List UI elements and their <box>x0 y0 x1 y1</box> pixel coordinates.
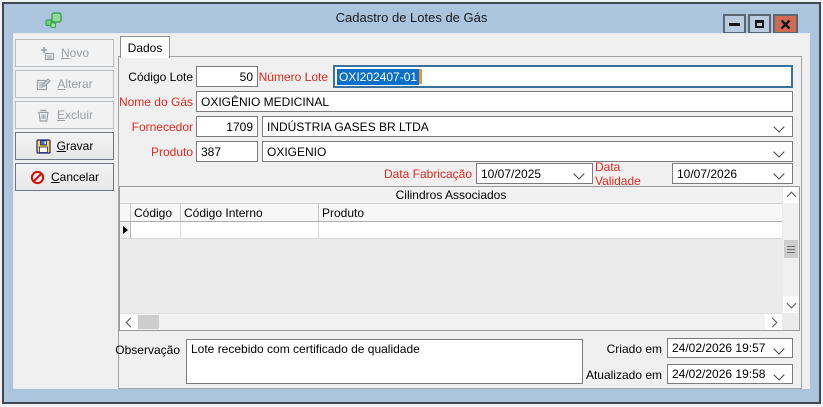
data-validade-value: 10/07/2026 <box>677 166 738 181</box>
criado-em-value: 24/02/2026 19:57 <box>672 341 766 355</box>
atualizado-em-picker[interactable]: 24/02/2026 19:58 <box>667 364 793 384</box>
save-icon <box>36 138 51 154</box>
data-fabricacao-picker[interactable]: 10/07/2025 <box>476 163 593 184</box>
vertical-scrollbar <box>783 187 799 313</box>
observacao-label: Observação <box>115 342 180 357</box>
scroll-down-button[interactable] <box>783 296 799 313</box>
selected-text: OXI202407-01 <box>337 68 420 85</box>
scroll-left-button[interactable] <box>120 314 137 330</box>
chevron-down-icon <box>786 298 796 308</box>
cancelar-button[interactable]: Cancelar <box>15 163 114 191</box>
grid-indicator-header <box>120 204 131 221</box>
maximize-button[interactable] <box>748 14 771 34</box>
data-validade-picker[interactable]: 10/07/2026 <box>672 163 793 184</box>
alterar-label: Alterar <box>57 77 93 91</box>
scroll-right-button[interactable] <box>765 314 782 330</box>
tab-dados[interactable]: Dados <box>120 36 170 58</box>
chevron-up-icon <box>786 191 796 202</box>
maximize-icon <box>755 20 764 28</box>
chevron-down-icon[interactable] <box>773 168 785 180</box>
column-header-produto[interactable]: Produto <box>319 204 782 221</box>
window-title: Cadastro de Lotes de Gás <box>335 10 488 25</box>
chevron-down-icon[interactable] <box>773 343 785 355</box>
produto-combobox[interactable]: OXIGENIO <box>262 141 793 162</box>
column-header-codigo[interactable]: Código <box>131 204 181 221</box>
horizontal-scrollbar <box>120 313 782 330</box>
column-header-codigo-interno[interactable]: Código Interno <box>181 204 319 221</box>
nome-gas-field[interactable]: OXIGÊNIO MEDICINAL <box>196 91 793 112</box>
edit-record-icon <box>37 77 52 90</box>
atualizado-em-label: Atualizado em <box>585 367 662 382</box>
grid-band-title: Cilindros Associados <box>120 187 782 204</box>
produto-code-field[interactable]: 387 <box>196 141 258 162</box>
data-fabricacao-label: Data Fabricação <box>383 166 472 181</box>
produto-label: Produto <box>150 144 193 159</box>
chevron-down-icon[interactable] <box>773 121 785 133</box>
row-indicator-icon <box>122 226 128 234</box>
data-fabricacao-value: 10/07/2025 <box>481 166 542 181</box>
close-icon <box>780 19 791 29</box>
text-caret <box>419 69 423 84</box>
cell-produto[interactable] <box>319 222 782 239</box>
horizontal-scrollbar-thumb[interactable] <box>138 315 159 329</box>
minimize-icon <box>729 22 740 26</box>
chevron-left-icon <box>125 317 135 327</box>
novo-label: Novo <box>60 46 90 60</box>
data-validade-label: Data Validade <box>595 159 641 188</box>
chevron-down-icon[interactable] <box>773 146 785 158</box>
numero-lote-label: Número Lote <box>258 69 328 84</box>
gravar-label: Gravar <box>56 139 94 153</box>
delete-record-icon <box>38 109 49 122</box>
minimize-button[interactable] <box>723 14 746 34</box>
app-window: Cadastro de Lotes de Gás Novo Alterar Ex… <box>0 0 823 407</box>
cell-codigo[interactable] <box>131 222 181 239</box>
chevron-down-icon[interactable] <box>573 168 585 180</box>
chevron-right-icon <box>767 317 777 327</box>
row-indicator <box>120 222 131 239</box>
atualizado-em-value: 24/02/2026 19:58 <box>672 367 766 381</box>
nome-gas-label: Nome do Gás <box>118 94 193 109</box>
observacao-textarea[interactable]: Lote recebido com certificado de qualida… <box>186 339 583 384</box>
vertical-scrollbar-thumb[interactable] <box>784 240 798 258</box>
fornecedor-combobox[interactable]: INDÚSTRIA GASES BR LTDA <box>262 116 793 137</box>
fornecedor-value: INDÚSTRIA GASES BR LTDA <box>267 119 429 134</box>
thumb-grip-icon <box>787 248 795 250</box>
novo-button: Novo <box>15 39 114 67</box>
table-row[interactable] <box>120 222 782 239</box>
excluir-label: Excluir <box>56 108 94 122</box>
criado-em-picker[interactable]: 24/02/2026 19:57 <box>667 338 793 358</box>
close-button[interactable] <box>773 14 798 34</box>
cancel-icon <box>30 170 45 184</box>
new-record-icon <box>40 46 55 60</box>
numero-lote-field[interactable]: OXI202407-01 <box>333 65 793 88</box>
chevron-down-icon[interactable] <box>773 369 785 381</box>
produto-value: OXIGENIO <box>267 144 327 159</box>
fornecedor-label: Fornecedor <box>131 119 193 134</box>
codigo-lote-label: Código Lote <box>128 69 193 84</box>
cancelar-label: Cancelar <box>50 170 100 184</box>
grid-column-headers: Código Código Interno Produto <box>120 204 782 222</box>
cilindros-grid: Cilindros Associados Código Código Inter… <box>119 186 800 331</box>
scroll-up-button[interactable] <box>783 187 799 203</box>
fornecedor-code-field[interactable]: 1709 <box>196 116 258 137</box>
cell-codigo-interno[interactable] <box>181 222 319 239</box>
criado-em-label: Criado em <box>606 341 662 356</box>
